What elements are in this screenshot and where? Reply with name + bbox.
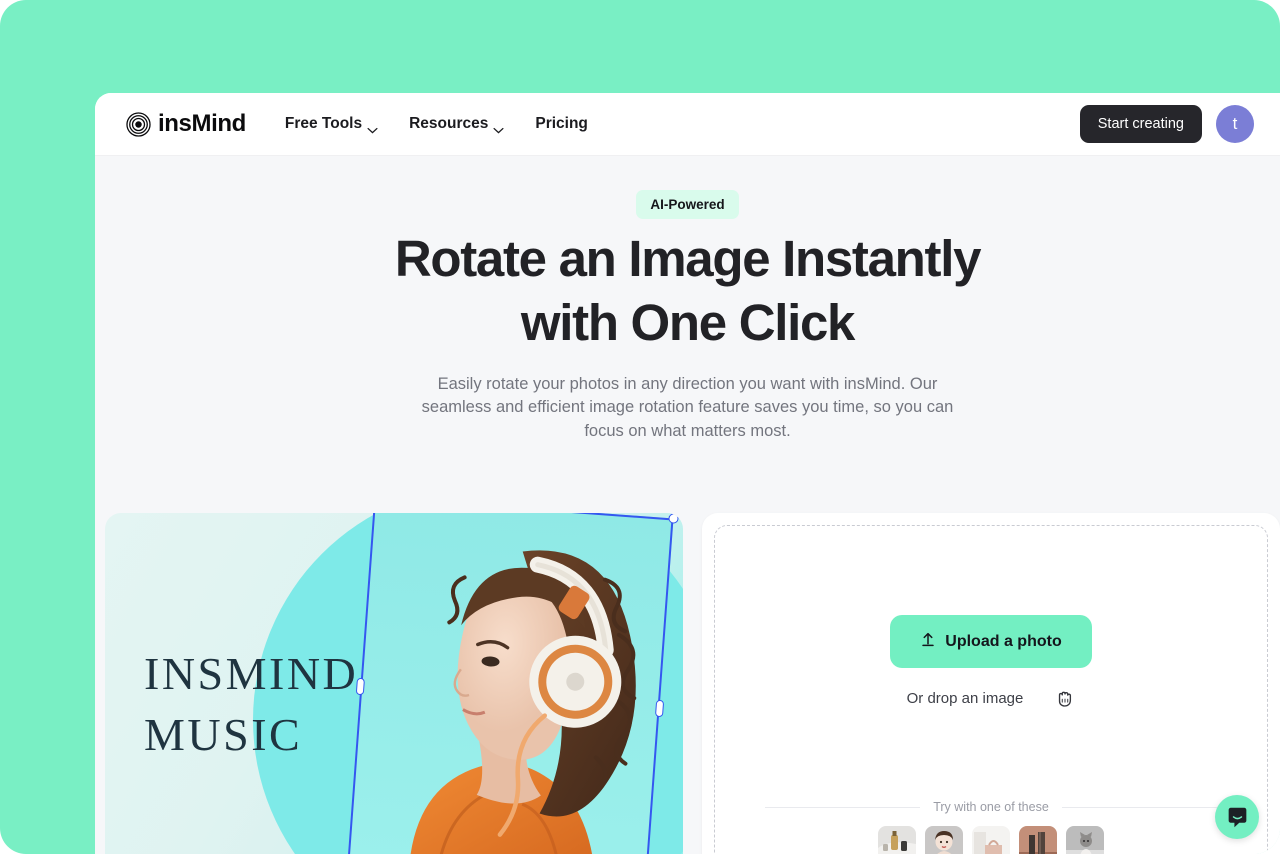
browser-viewport: insMind Free Tools Resources Pricing Sta… <box>95 93 1280 854</box>
chevron-down-icon <box>367 121 378 133</box>
page-title-line-2: with One Click <box>520 294 856 351</box>
panels-row: INSMIND MUSIC Upload a photo Or drop an … <box>105 513 1280 854</box>
drop-hint-label: Or drop an image <box>906 689 1024 707</box>
brand-logo[interactable]: insMind <box>126 110 246 138</box>
rotated-image-frame[interactable] <box>346 513 679 854</box>
header-actions: Start creating t <box>1079 105 1254 143</box>
page-root: insMind Free Tools Resources Pricing Sta… <box>0 0 1280 854</box>
preview-card: INSMIND MUSIC <box>105 513 683 854</box>
nav-label-free-tools: Free Tools <box>284 115 363 132</box>
dropzone[interactable]: Upload a photo Or drop an image Try with… <box>714 525 1268 854</box>
preview-overlay-text: INSMIND MUSIC <box>144 648 359 760</box>
nav-item-pricing[interactable]: Pricing <box>535 115 588 133</box>
divider-line-right <box>1061 806 1218 808</box>
chat-bubble-smile-icon[interactable] <box>1215 795 1259 839</box>
start-creating-button[interactable]: Start creating <box>1079 105 1202 143</box>
nav-item-resources[interactable]: Resources <box>409 115 504 133</box>
nav-item-free-tools[interactable]: Free Tools <box>285 115 378 133</box>
badge-row: AI-Powered <box>95 156 1280 219</box>
try-samples-divider: Try with one of these <box>765 800 1218 814</box>
nav-label-resources: Resources <box>409 115 489 132</box>
status-badge: AI-Powered <box>636 190 739 219</box>
resize-handle-left[interactable] <box>355 677 365 696</box>
grabbing-hand-icon <box>1055 687 1075 709</box>
sample-thumbnail-cat[interactable] <box>1066 826 1104 854</box>
resize-handle-top-right[interactable] <box>668 513 679 524</box>
chevron-down-icon <box>493 121 504 133</box>
sample-thumbnail-handbag[interactable] <box>972 826 1010 854</box>
resize-handle-right[interactable] <box>654 699 665 718</box>
upload-photo-label: Upload a photo <box>945 632 1062 650</box>
selection-bounding-box <box>346 513 674 854</box>
page-subtitle: Easily rotate your photos in any directi… <box>421 375 954 440</box>
page-title: Rotate an Image Instantly with One Click <box>95 233 1280 348</box>
drop-hint-row: Or drop an image <box>907 687 1076 709</box>
try-samples-label: Try with one of these <box>933 800 1049 814</box>
site-header: insMind Free Tools Resources Pricing Sta… <box>95 93 1280 156</box>
sample-thumbnails <box>715 826 1267 854</box>
concentric-rings-icon <box>126 111 151 137</box>
sample-thumbnail-cosmetics-bottles[interactable] <box>878 826 916 854</box>
upload-arrow-icon <box>920 631 936 652</box>
sample-thumbnail-woman-portrait[interactable] <box>925 826 963 854</box>
brand-name: insMind <box>158 110 246 137</box>
hero-section: AI-Powered Rotate an Image Instantly wit… <box>95 156 1280 854</box>
divider-line-left <box>765 806 921 808</box>
upload-card: Upload a photo Or drop an image Try with… <box>702 513 1280 854</box>
upload-photo-button[interactable]: Upload a photo <box>890 615 1092 668</box>
sample-thumbnail-skincare-products[interactable] <box>1019 826 1057 854</box>
nav-label-pricing: Pricing <box>535 115 588 132</box>
avatar[interactable]: t <box>1216 105 1254 143</box>
main-nav: Free Tools Resources Pricing <box>285 115 588 133</box>
page-title-line-1: Rotate an Image Instantly <box>394 230 982 287</box>
